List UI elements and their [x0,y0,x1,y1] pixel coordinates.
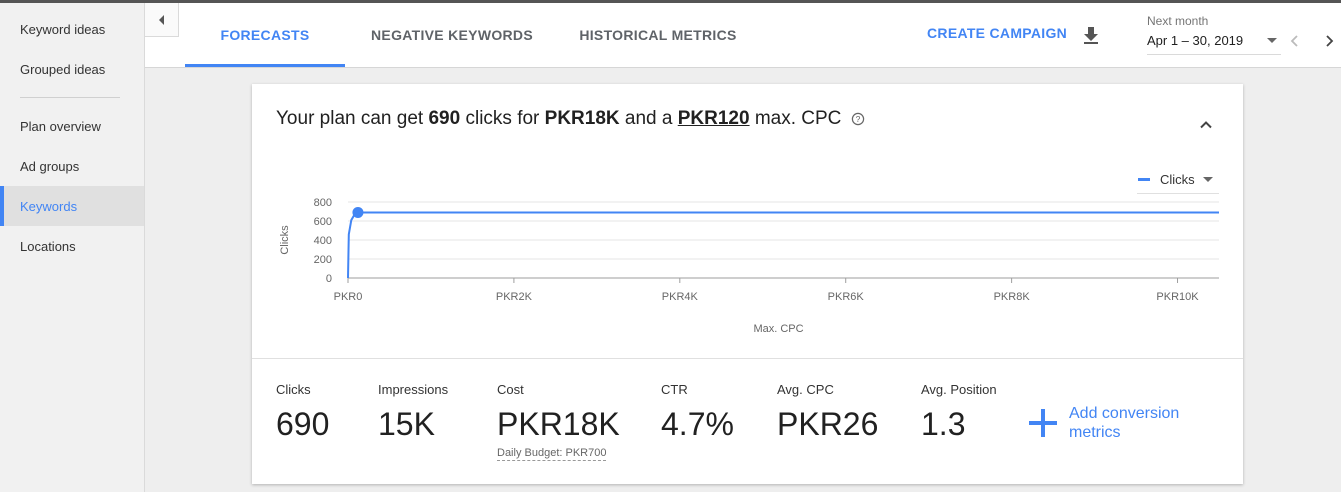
metric-value: PKR18K [497,406,620,442]
add-conversion-metrics-button[interactable]: Add conversion metrics [1028,402,1198,446]
svg-text:?: ? [855,114,860,124]
metric-value: 690 [276,406,330,442]
chevron-right-icon[interactable] [1321,33,1337,49]
tab-label: NEGATIVE KEYWORDS [371,27,533,43]
headline-clicks: 690 [428,108,461,129]
metric-avg-cpc: Avg. CPC PKR26 [777,382,878,443]
forecast-headline: Your plan can get 690 clicks for PKR18K … [276,108,865,130]
sidebar-item-keyword-ideas[interactable]: Keyword ideas [0,9,144,49]
tab-label: HISTORICAL METRICS [579,27,737,43]
chevron-left-icon[interactable] [1287,33,1303,49]
chevron-down-icon [1267,38,1277,43]
tab-label: FORECASTS [220,27,310,43]
metric-value: 4.7% [661,406,734,442]
top-bar: FORECASTS NEGATIVE KEYWORDS HISTORICAL M… [145,3,1341,68]
collapse-sidebar-button[interactable] [145,3,179,37]
metric-avg-position: Avg. Position 1.3 [921,382,997,443]
metric-label: Avg. Position [921,382,997,397]
headline-cost: PKR18K [544,108,620,129]
series-line-clicks [347,211,1219,279]
tab-historical-metrics[interactable]: HISTORICAL METRICS [572,3,744,67]
series-point-selected[interactable] [352,206,364,218]
chevron-left-icon [158,14,164,25]
x-axis-title: Max. CPC [753,323,803,335]
forecast-card: Your plan can get 690 clicks for PKR18K … [252,84,1243,484]
sidebar-item-label: Grouped ideas [20,61,106,77]
sidebar-item-label: Plan overview [20,118,101,134]
sidebar-item-label: Ad groups [20,158,80,174]
metric-value: 1.3 [921,406,966,442]
metric-clicks: Clicks 690 [276,382,329,443]
sidebar-item-plan-overview[interactable]: Plan overview [0,106,144,146]
metric-label: Avg. CPC [777,382,834,397]
metric-label: CTR [661,382,688,397]
x-tick-label: PKR4K [662,291,699,303]
x-tick-label: PKR6K [828,291,865,303]
metric-impressions: Impressions 15K [378,382,448,443]
tab-forecasts[interactable]: FORECASTS [185,3,345,67]
metric-ctr: CTR 4.7% [661,382,734,443]
x-tick-label: PKR8K [994,291,1031,303]
sidebar-item-label: Keyword ideas [20,21,106,37]
download-button[interactable] [1080,24,1102,46]
y-tick-label: 800 [314,197,332,209]
metric-value: 15K [378,406,435,442]
card-divider [252,358,1243,359]
clicks-chart: 0 200 400 600 800 PKR0 PKR2K PKR4K PKR6K PKR8K PKR… [279,197,1219,335]
date-range-value: Apr 1 – 30, 2019 [1147,33,1244,48]
create-campaign-button[interactable]: CREATE CAMPAIGN [927,25,1067,41]
sidebar-item-label: Locations [20,238,76,254]
x-tick-label: PKR2K [496,291,533,303]
y-tick-label: 400 [314,235,332,247]
y-tick-label: 0 [326,273,332,285]
download-icon [1084,27,1098,44]
sidebar-divider [20,97,120,98]
sidebar-item-locations[interactable]: Locations [0,226,144,266]
legend-swatch [1138,178,1150,181]
sidebar-item-ad-groups[interactable]: Ad groups [0,146,144,186]
metric-label: Cost [497,382,524,397]
x-tick-label: PKR0 [334,291,363,303]
sidebar-item-label: Keywords [20,198,78,214]
x-tick-label: PKR10K [1156,291,1199,303]
daily-budget-link[interactable]: Daily Budget: PKR700 [497,447,607,461]
date-range-label: Next month [1147,14,1209,28]
date-range-select[interactable]: Apr 1 – 30, 2019 [1147,31,1281,55]
chevron-up-icon[interactable] [1197,116,1215,134]
y-axis-title: Clicks [279,225,291,255]
sidebar-item-grouped-ideas[interactable]: Grouped ideas [0,49,144,89]
max-cpc-link[interactable]: PKR120 [678,108,750,129]
metric-label: Clicks [276,382,311,397]
help-icon[interactable]: ? [851,112,865,126]
metric-value: PKR26 [777,406,879,442]
sidebar: Keyword ideas Grouped ideas Plan overvie… [0,3,145,492]
metric-cost: Cost PKR18K Daily Budget: PKR700 [497,382,620,461]
metric-label: Impressions [378,382,449,397]
y-tick-label: 600 [314,216,332,228]
y-tick-label: 200 [314,254,332,266]
plus-icon [1029,409,1057,437]
add-conversion-label: Add conversion metrics [1069,405,1180,441]
sidebar-item-keywords[interactable]: Keywords [0,186,144,226]
tab-negative-keywords[interactable]: NEGATIVE KEYWORDS [360,3,544,67]
chevron-down-icon [1202,177,1213,182]
